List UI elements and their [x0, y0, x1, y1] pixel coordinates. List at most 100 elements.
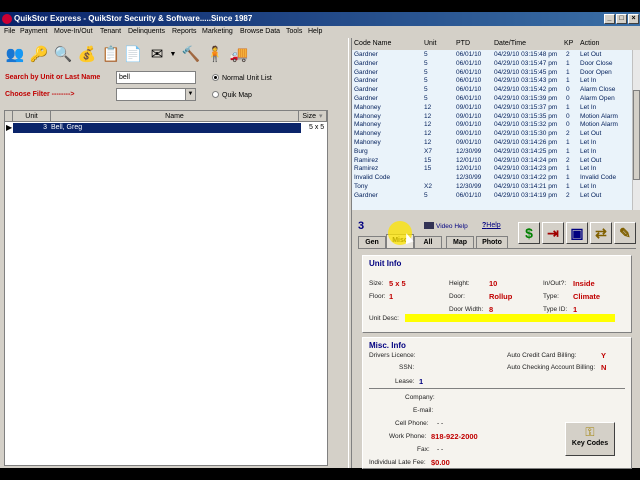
person-icon[interactable]: 🧍: [204, 42, 226, 66]
table-row[interactable]: Gardner 5 06/01/10 04/29/10 03:15:45 pm 1 Doo…: [352, 69, 632, 78]
video-help-link[interactable]: Video Help: [424, 222, 468, 230]
filter-select[interactable]: ▼: [116, 88, 196, 101]
column-header-unit[interactable]: Unit: [13, 111, 51, 122]
search-document-icon[interactable]: 🔍: [52, 42, 74, 66]
menu-payment[interactable]: Payment: [20, 28, 48, 35]
tab-all[interactable]: All: [414, 236, 442, 248]
unit-number: 3: [358, 220, 365, 232]
cell-kp: 1: [566, 59, 570, 67]
table-row[interactable]: Invalid Code 12/30/99 04/29/10 03:14:22 pm…: [352, 174, 632, 183]
column-header-ptd[interactable]: PTD: [456, 40, 470, 47]
size-value: 5 x 5: [389, 279, 406, 288]
table-row[interactable]: Ramirez 15 12/01/10 04/29/10 03:14:23 pm 1 Le…: [352, 165, 632, 174]
menu-file[interactable]: File: [4, 28, 15, 35]
tab-map[interactable]: Map: [446, 236, 474, 248]
cell-kp: 1: [566, 165, 570, 173]
access-log-scrollbar[interactable]: [632, 50, 640, 210]
money-bag-icon[interactable]: 💰: [76, 42, 98, 66]
menu-move-in-out[interactable]: Move-In/Out: [54, 28, 93, 35]
cell-action: Door Open: [580, 68, 612, 76]
table-row[interactable]: Mahoney 12 09/01/10 04/29/10 03:14:26 pm 1 Le…: [352, 139, 632, 148]
document-icon[interactable]: 📄: [122, 42, 144, 66]
title-bar: QuikStor Express - QuikStor Security & S…: [0, 12, 640, 26]
cell-unit: 5: [424, 68, 428, 76]
menu-help[interactable]: Help: [308, 28, 322, 35]
menu-browse-data[interactable]: Browse Data: [240, 28, 280, 35]
table-row[interactable]: Gardner 5 06/01/10 04/29/10 03:15:43 pm 1 Let…: [352, 77, 632, 86]
gavel-icon[interactable]: 🔨: [180, 42, 202, 66]
help-link[interactable]: ?Help: [482, 222, 501, 229]
column-header-name[interactable]: Name: [51, 111, 299, 122]
table-row[interactable]: Gardner 5 06/01/10 04/29/10 03:15:48 pm 2 Let…: [352, 51, 632, 60]
mail-icon[interactable]: ✉: [146, 42, 168, 66]
tab-photo[interactable]: Photo: [476, 236, 508, 248]
cell-action: Let In: [580, 165, 597, 173]
menu-reports[interactable]: Reports: [172, 28, 197, 35]
menu-marketing[interactable]: Marketing: [202, 28, 233, 35]
menu-tools[interactable]: Tools: [286, 28, 302, 35]
move-out-icon[interactable]: ⇥: [542, 222, 564, 244]
table-row[interactable]: Mahoney 12 09/01/10 04/29/10 03:15:32 pm 0 Mo…: [352, 121, 632, 130]
radio-empty-icon: [212, 91, 219, 98]
normal-unit-list-radio[interactable]: Normal Unit List: [212, 74, 272, 82]
notepad-icon[interactable]: 📋: [100, 42, 122, 66]
access-log-rows: Gardner 5 06/01/10 04/29/10 03:15:48 pm 2 Let…: [352, 50, 632, 210]
table-row[interactable]: Mahoney 12 09/01/10 04/29/10 03:15:37 pm 1 Le…: [352, 104, 632, 113]
table-row[interactable]: ▶ 3 Bell, Greg 5 x 5: [5, 123, 327, 133]
transfer-icon[interactable]: ⇄: [590, 222, 612, 244]
table-row[interactable]: Gardner 5 06/01/10 04/29/10 03:15:42 pm 0 Ala…: [352, 86, 632, 95]
table-row[interactable]: Mahoney 12 09/01/10 04/29/10 03:15:30 pm 2 Le…: [352, 130, 632, 139]
cell-code-name: Ramirez: [354, 156, 379, 164]
column-header-date-time[interactable]: Date/Time: [494, 40, 526, 47]
cell-ptd: 06/01/10: [456, 86, 482, 94]
cell-unit: 5: [424, 86, 428, 94]
table-row[interactable]: Tony X2 12/30/99 04/29/10 03:14:21 pm 1 Let I…: [352, 183, 632, 192]
scrollbar-thumb[interactable]: [633, 90, 640, 180]
column-header-action[interactable]: Action: [580, 40, 599, 47]
quik-map-radio[interactable]: Quik Map: [212, 91, 252, 99]
key-icon[interactable]: 🔑: [28, 42, 50, 66]
column-header-size[interactable]: Size ▾: [299, 111, 327, 122]
table-row[interactable]: Gardner 5 06/01/10 04/29/10 03:15:47 pm 1 Doo…: [352, 60, 632, 69]
dollar-icon[interactable]: $: [518, 222, 540, 244]
cell-kp: 2: [566, 130, 570, 138]
table-row[interactable]: Gardner 5 06/01/10 04/29/10 03:14:19 pm 2 Let…: [352, 192, 632, 201]
column-header-unit[interactable]: Unit: [424, 40, 436, 47]
menu-delinquents[interactable]: Delinquents: [128, 28, 165, 35]
menu-tenant[interactable]: Tenant: [100, 28, 121, 35]
notes-icon[interactable]: ✎: [614, 222, 636, 244]
cell-code-name: Mahoney: [354, 139, 381, 146]
cell-kp: 2: [566, 156, 570, 164]
filter-icon[interactable]: ▾: [319, 113, 323, 120]
cell-kp: 2: [566, 51, 570, 58]
truck-icon[interactable]: 🚚: [228, 42, 250, 66]
key-codes-button[interactable]: ⚿ Key Codes: [565, 422, 615, 456]
cell-unit: 5: [424, 51, 428, 58]
chevron-down-icon[interactable]: ▼: [185, 89, 195, 100]
cell-code-name: Gardner: [354, 68, 378, 76]
ssn-label: SSN:: [399, 364, 415, 371]
table-row[interactable]: Burg X7 12/30/99 04/29/10 03:14:25 pm 1 Let I…: [352, 148, 632, 157]
minimize-button[interactable]: _: [604, 14, 615, 24]
people-icon[interactable]: 👥: [4, 42, 26, 66]
column-header-kp[interactable]: KP: [564, 40, 573, 47]
column-header-code-name[interactable]: Code Name: [354, 40, 391, 47]
cell-ptd: 12/30/99: [456, 174, 482, 182]
tab-gen[interactable]: Gen: [358, 236, 386, 248]
type-value: Climate: [573, 292, 601, 301]
maximize-button[interactable]: □: [616, 14, 627, 24]
unit-desc-field[interactable]: [405, 314, 615, 322]
cell-action: Alarm Open: [580, 95, 615, 102]
close-button[interactable]: ×: [628, 14, 639, 24]
search-input[interactable]: bell: [116, 71, 196, 84]
table-row[interactable]: Ramirez 15 12/01/10 04/29/10 03:14:24 pm 2 Le…: [352, 157, 632, 166]
cell-kp: 2: [566, 191, 570, 199]
chevron-down-icon[interactable]: ▼: [168, 42, 178, 66]
cell-code-name: Mahoney: [354, 121, 381, 129]
table-row[interactable]: Gardner 5 06/01/10 04/29/10 03:15:39 pm 0 Ala…: [352, 95, 632, 104]
cell-unit: 5: [424, 77, 428, 85]
cell-code-name: Gardner: [354, 51, 378, 58]
save-icon[interactable]: ▣: [566, 222, 588, 244]
cell-ptd: 06/01/10: [456, 77, 482, 85]
table-row[interactable]: Mahoney 12 09/01/10 04/29/10 03:15:35 pm 0 Mo…: [352, 113, 632, 122]
